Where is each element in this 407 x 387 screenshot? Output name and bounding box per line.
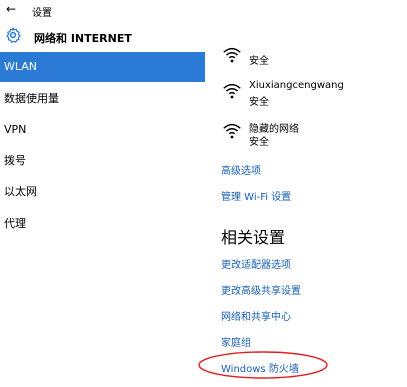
app-title: 设置 bbox=[32, 8, 52, 19]
wlan-content: 安全 Xiuxiangcengwang 安全 隐藏的网络 安全 高级选项 管理 … bbox=[205, 47, 407, 387]
page-title: 网络和 INTERNET bbox=[34, 32, 132, 45]
network-item[interactable]: Xiuxiangcengwang 安全 bbox=[221, 80, 401, 108]
homegroup-link[interactable]: 家庭组 bbox=[221, 334, 251, 349]
network-status: 安全 bbox=[249, 97, 269, 108]
sidebar-item-ethernet[interactable]: 以太网 bbox=[0, 177, 205, 207]
sidebar-item-data-usage[interactable]: 数据使用量 bbox=[0, 84, 205, 114]
network-item[interactable]: 隐藏的网络 安全 bbox=[221, 120, 401, 148]
sidebar-item-dialup[interactable]: 拨号 bbox=[0, 146, 205, 176]
sidebar-item-proxy[interactable]: 代理 bbox=[0, 209, 205, 239]
network-item[interactable]: 安全 bbox=[221, 44, 401, 70]
sidebar-item-vpn[interactable]: VPN bbox=[0, 115, 205, 145]
network-sharing-center-link[interactable]: 网络和共享中心 bbox=[221, 308, 291, 323]
sidebar-item-wlan[interactable]: WLAN bbox=[0, 52, 205, 82]
network-status: 安全 bbox=[249, 56, 269, 67]
sidebar: WLAN 数据使用量 VPN 拨号 以太网 代理 bbox=[0, 52, 205, 387]
related-settings-title: 相关设置 bbox=[221, 228, 286, 247]
highlight-ellipse bbox=[198, 351, 328, 379]
advanced-options-link[interactable]: 高级选项 bbox=[221, 162, 261, 177]
change-advanced-sharing-link[interactable]: 更改高级共享设置 bbox=[221, 282, 301, 297]
back-arrow-icon[interactable]: ← bbox=[6, 2, 16, 16]
network-status: 安全 bbox=[249, 137, 269, 148]
change-adapter-options-link[interactable]: 更改适配器选项 bbox=[221, 256, 291, 271]
wifi-icon bbox=[223, 123, 241, 139]
gear-icon bbox=[6, 27, 21, 43]
title-bar: ← 设置 bbox=[0, 0, 407, 20]
wifi-icon bbox=[223, 47, 241, 63]
network-name: Xiuxiangcengwang bbox=[249, 80, 344, 91]
wifi-icon bbox=[223, 83, 241, 99]
manage-wifi-settings-link[interactable]: 管理 Wi-Fi 设置 bbox=[221, 188, 291, 203]
